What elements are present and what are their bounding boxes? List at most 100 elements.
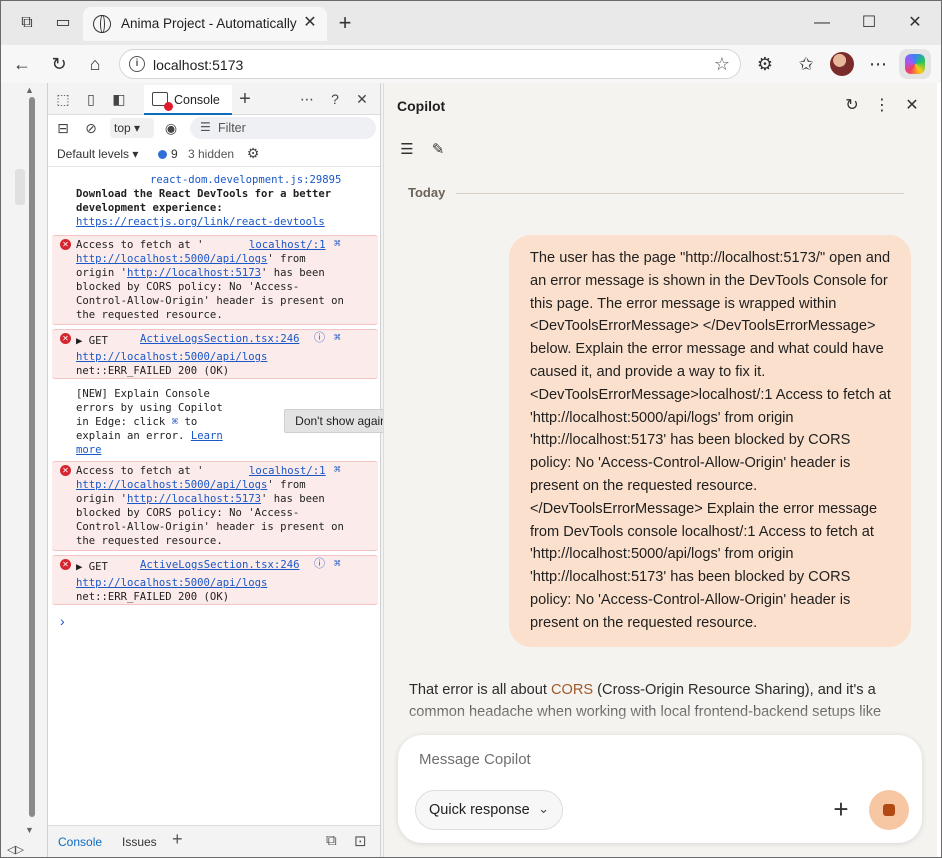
explain-with-copilot-icon[interactable]: ⌘ <box>334 463 341 477</box>
more-options-icon[interactable]: ⋮ <box>871 95 893 117</box>
copilot-toggle-button[interactable] <box>899 49 931 79</box>
add-drawer-tab-icon[interactable]: + <box>172 829 183 850</box>
page-sidebar-fragment <box>15 169 25 205</box>
url-link[interactable]: http://localhost:5000/api/logs <box>76 577 267 589</box>
source-link[interactable]: localhost/:1 <box>249 238 326 252</box>
refresh-icon[interactable]: ↻ <box>841 95 863 117</box>
minimize-button[interactable]: — <box>810 11 834 35</box>
more-tools-icon[interactable]: ⋯ <box>298 90 316 108</box>
live-expression-eye-icon[interactable]: ◉ <box>162 119 180 137</box>
console-filter-input[interactable]: ☰ Filter <box>190 117 376 139</box>
console-settings-gear-icon[interactable]: ⚙ <box>244 144 262 162</box>
url-link[interactable]: http://localhost:5000/api/logs <box>76 479 267 491</box>
favorites-icon[interactable]: ✩ <box>795 53 817 75</box>
message-text: the requested resource. <box>76 309 223 321</box>
learn-more-link[interactable]: more <box>76 444 102 456</box>
site-info-icon[interactable]: i <box>129 56 145 72</box>
maximize-button[interactable]: ☐ <box>857 11 881 35</box>
url-link[interactable]: http://localhost:5173 <box>127 267 261 279</box>
help-icon[interactable]: ? <box>326 90 344 108</box>
tab-console[interactable]: Console <box>144 85 232 115</box>
issues-dot-icon <box>158 150 167 159</box>
source-link[interactable]: react-dom.development.js:29895 <box>150 173 341 187</box>
console-prompt-chevron-icon[interactable]: › <box>60 613 65 629</box>
url-link[interactable]: http://localhost:5000/api/logs <box>76 351 267 363</box>
tab-console-label: Console <box>174 93 220 107</box>
error-icon: ✕ <box>60 559 71 570</box>
new-tab-button[interactable]: + <box>335 12 355 34</box>
show-sidebar-icon[interactable]: ⊟ <box>54 119 72 137</box>
source-link[interactable]: ActiveLogsSection.tsx:246 <box>140 332 299 346</box>
address-bar[interactable]: i localhost:5173 ☆ <box>119 49 741 79</box>
more-menu-icon[interactable]: ⋯ <box>867 53 889 75</box>
close-copilot-icon[interactable]: ✕ <box>901 95 923 117</box>
error-icon: ✕ <box>60 333 71 344</box>
extensions-icon[interactable]: ⚙ <box>754 53 776 75</box>
collapse-drawer-icon[interactable]: ⊡ <box>354 832 367 850</box>
message-text: Control-Allow-Origin' header is present … <box>76 295 344 307</box>
source-link[interactable]: localhost/:1 <box>249 464 326 478</box>
dont-show-again-button[interactable]: Don't show again <box>284 409 398 433</box>
issues-count-value: 9 <box>171 147 178 161</box>
workspaces-icon[interactable]: ⧉ <box>17 13 37 33</box>
close-devtools-icon[interactable]: ✕ <box>353 90 371 108</box>
profile-avatar[interactable] <box>830 52 854 76</box>
inspect-element-icon[interactable]: ⬚ <box>54 90 72 108</box>
tab-bar: ⧉ ▭ Anima Project - Automatically ge ✕ +… <box>1 1 941 45</box>
explain-with-copilot-icon[interactable]: ⌘ <box>334 331 341 345</box>
filter-placeholder: Filter <box>218 121 246 135</box>
close-window-button[interactable]: ✕ <box>903 11 927 35</box>
copilot-title: Copilot <box>397 98 446 114</box>
context-select[interactable]: top ▾ <box>110 118 154 138</box>
add-tool-icon[interactable]: + <box>236 89 254 109</box>
add-attachment-button[interactable]: + <box>828 796 854 823</box>
network-request-icon[interactable]: ⓘ <box>314 557 325 571</box>
back-button[interactable]: ← <box>11 53 33 75</box>
expand-triangle-icon[interactable]: ▶ <box>76 561 82 573</box>
new-chat-icon[interactable]: ✎ <box>427 139 449 161</box>
browser-window: ⧉ ▭ Anima Project - Automatically ge ✕ +… <box>0 0 942 858</box>
tab-actions-icon[interactable]: ▭ <box>53 13 73 33</box>
url-link[interactable]: http://localhost:5000/api/logs <box>76 253 267 265</box>
scroll-up-arrow-icon[interactable]: ▲ <box>25 85 34 95</box>
message-text: Access to fetch at ' <box>76 465 204 477</box>
address-toolbar: ← ↻ ⌂ i localhost:5173 ☆ ⚙ ✩ ⋯ <box>1 45 941 83</box>
page-scrollbar-thumb[interactable] <box>29 97 35 817</box>
close-tab-icon[interactable]: ✕ <box>301 14 319 32</box>
home-button[interactable]: ⌂ <box>84 53 106 75</box>
console-toolbar: ⊟ ⊘ top ▾ ◉ ☰ Filter <box>48 115 380 141</box>
message-input[interactable]: Message Copilot <box>419 751 531 768</box>
explain-with-copilot-icon[interactable]: ⌘ <box>334 557 341 571</box>
stop-generating-button[interactable] <box>869 790 909 830</box>
explain-with-copilot-icon[interactable]: ⌘ <box>334 237 341 251</box>
issues-counter[interactable]: 9 <box>158 147 178 161</box>
url-link[interactable]: http://localhost:5173 <box>127 493 261 505</box>
scroll-down-arrow-icon[interactable]: ▼ <box>25 825 34 835</box>
refresh-button[interactable]: ↻ <box>48 53 70 75</box>
learn-more-link[interactable]: Learn <box>191 430 223 442</box>
drawer-tab-console[interactable]: Console <box>58 835 102 849</box>
page-area: ▲ ▼ ◁▷ <box>1 83 47 857</box>
address-url[interactable]: localhost:5173 <box>153 57 243 73</box>
sidebar-toggle-icon[interactable]: ◧ <box>110 90 128 108</box>
clear-console-icon[interactable]: ⊘ <box>82 119 100 137</box>
dock-icon[interactable]: ⧉ <box>326 832 337 849</box>
device-emulation-icon[interactable]: ▯ <box>82 90 100 108</box>
expand-triangle-icon[interactable]: ▶ <box>76 335 82 347</box>
network-request-icon[interactable]: ⓘ <box>314 331 325 345</box>
source-link[interactable]: ActiveLogsSection.tsx:246 <box>140 558 299 572</box>
hidden-messages-count: 3 hidden <box>188 147 235 161</box>
filter-icon: ☰ <box>200 120 211 134</box>
browser-tab[interactable]: Anima Project - Automatically ge ✕ <box>83 7 327 41</box>
favorite-star-icon[interactable]: ☆ <box>714 54 730 75</box>
menu-icon[interactable]: ☰ <box>396 139 418 161</box>
response-mode-select[interactable]: Quick response ⌄ <box>415 790 563 830</box>
devtools-panel: ⬚ ▯ ◧ Console + ⋯ ? ✕ ⊟ ⊘ top ▾ ◉ ☰ Filt… <box>47 83 398 857</box>
devtools-link[interactable]: https://reactjs.org/link/react-devtools <box>76 216 325 228</box>
split-handle-icon[interactable]: ◁▷ <box>7 843 24 856</box>
drawer-tab-issues[interactable]: Issues <box>122 835 157 849</box>
tip-line: [NEW] Explain Console <box>76 388 210 400</box>
user-message-bubble: The user has the page "http://localhost:… <box>509 235 911 647</box>
console-error-message: ✕ Access to fetch at ' localhost/:1 ⌘ ht… <box>52 235 378 325</box>
log-levels-dropdown[interactable]: Default levels ▾ <box>57 147 138 161</box>
